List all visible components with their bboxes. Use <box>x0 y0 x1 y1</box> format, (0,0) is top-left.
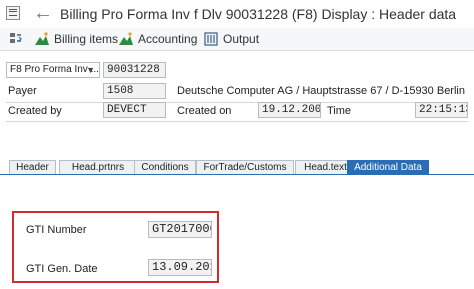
gti-gen-date-label: GTI Gen. Date <box>26 263 98 275</box>
billing-items-button[interactable]: Billing items <box>34 29 118 49</box>
payer-label: Payer <box>8 85 37 97</box>
created-by-field[interactable]: DEVECT <box>103 102 166 118</box>
toolbar-label-billing-items: Billing items <box>54 32 119 46</box>
back-arrow-icon[interactable]: ← <box>33 2 53 24</box>
highlight-box: GTI Number GT20170001 GTI Gen. Date 13.0… <box>12 211 219 283</box>
billing-document-button[interactable] <box>8 29 28 49</box>
tab-conditions[interactable]: Conditions <box>134 160 196 174</box>
menu-icon[interactable] <box>6 6 20 20</box>
toolbar-label-output: Output <box>223 32 260 46</box>
tab-head-partners[interactable]: Head.prtnrs <box>59 160 137 174</box>
divider <box>6 102 468 103</box>
accounting-icon <box>119 32 133 45</box>
billing-items-icon <box>35 32 49 45</box>
window-title: Billing Pro Forma Inv f Dlv 90031228 (F8… <box>60 6 457 22</box>
tab-additional-data[interactable]: Additional Data <box>347 160 429 174</box>
toolbar-label-accounting: Accounting <box>138 32 198 46</box>
accounting-button[interactable]: Accounting <box>118 29 197 49</box>
payer-address: Deutsche Computer AG / Hauptstrasse 67 /… <box>177 85 465 97</box>
billing-doc-icon <box>10 33 22 43</box>
created-by-label: Created by <box>8 105 62 117</box>
payer-field[interactable]: 1508 <box>103 83 166 99</box>
tab-foreign-trade-customs[interactable]: ForTrade/Customs <box>196 160 294 174</box>
tab-header[interactable]: Header <box>9 160 56 174</box>
gti-gen-date-field[interactable]: 13.09.2017 <box>148 259 212 276</box>
time-label: Time <box>327 105 352 117</box>
gti-number-field[interactable]: GT20170001 <box>148 221 212 238</box>
gti-number-label: GTI Number <box>26 224 87 236</box>
application-toolbar: Billing items Accounting Output <box>0 28 474 51</box>
divider <box>6 121 468 122</box>
output-button[interactable]: Output <box>203 29 259 49</box>
time-field[interactable]: 22:15:13 <box>415 102 468 118</box>
billing-document-field[interactable]: 90031228 <box>103 62 166 78</box>
chevron-down-icon[interactable]: ▼ <box>86 63 95 77</box>
title-bar: ← Billing Pro Forma Inv f Dlv 90031228 (… <box>0 0 474 29</box>
billing-type-select[interactable]: F8 Pro Forma Inv ... ▼ <box>6 62 100 78</box>
created-on-field[interactable]: 19.12.2001 <box>258 102 321 118</box>
header-area: F8 Pro Forma Inv ... ▼ 90031228 Payer 15… <box>0 52 474 126</box>
created-on-label: Created on <box>177 105 232 117</box>
output-icon <box>204 32 218 46</box>
